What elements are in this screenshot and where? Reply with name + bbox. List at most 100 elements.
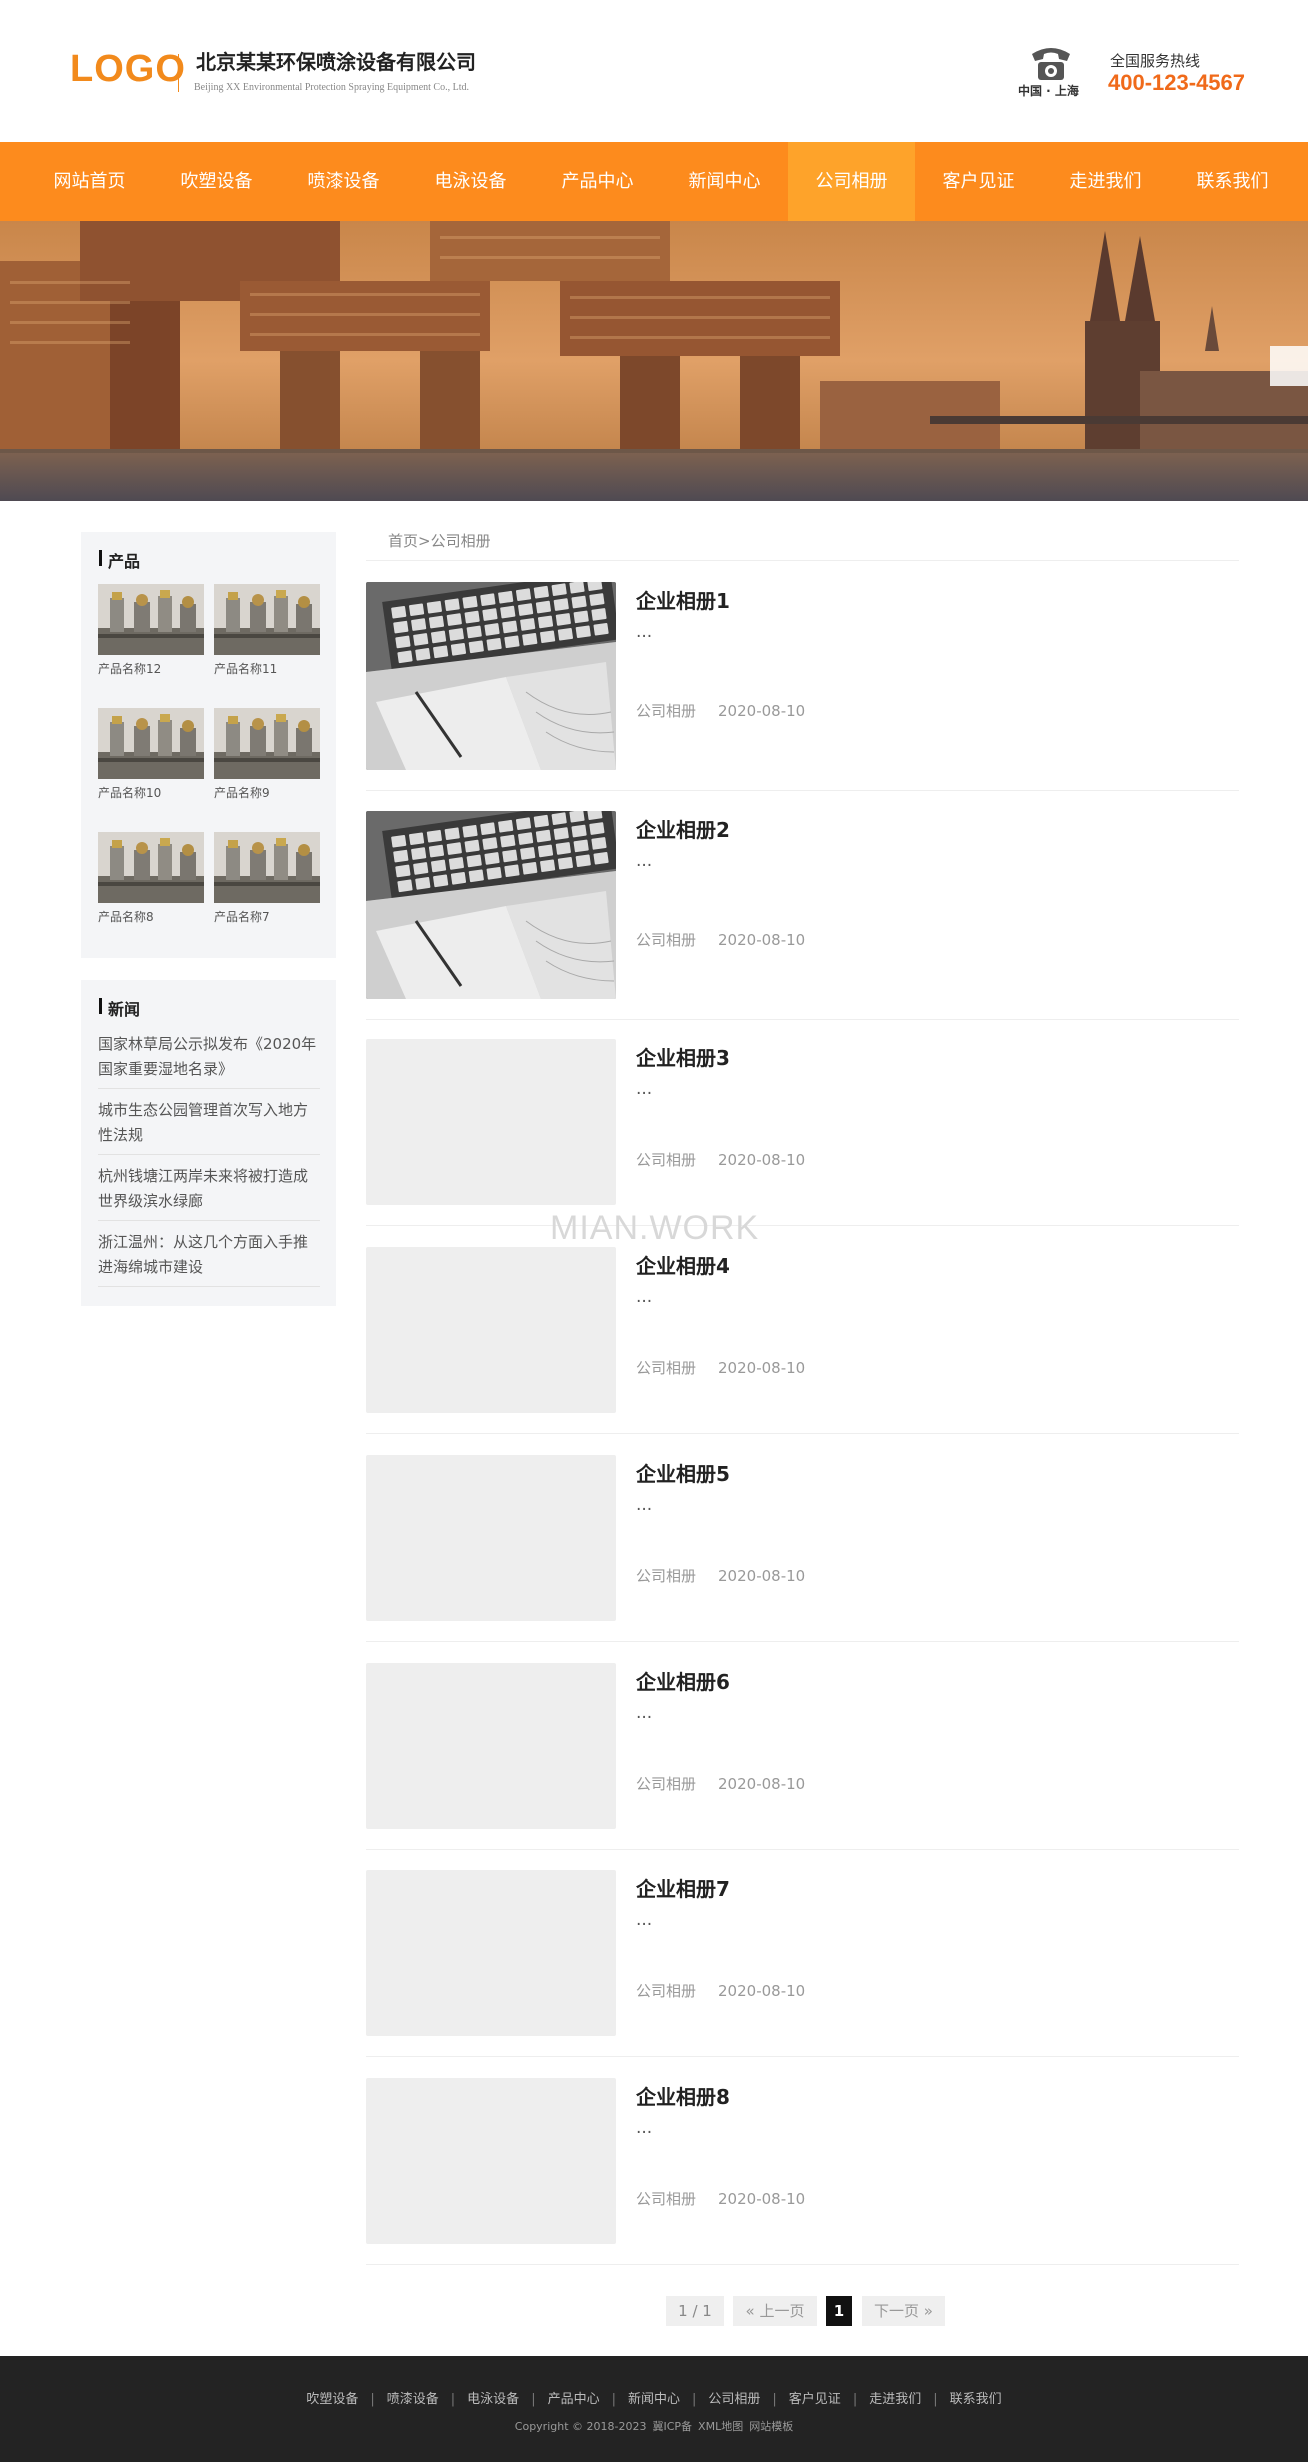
footer-link[interactable]: 电泳设备 [467,2392,519,2407]
album-description: ... [636,1910,653,1930]
product-machine-image [214,832,320,903]
copyright-text: Copyright © 2018-2023 [514,2420,647,2433]
product-item[interactable]: 产品名称7 [214,832,320,925]
album-title[interactable]: 企业相册7 [636,1873,730,1902]
template-link[interactable]: 网站模板 [749,2420,793,2433]
album-thumbnail[interactable] [366,582,616,770]
album-meta: 公司相册 2020-08-10 [636,2188,805,2209]
product-machine-image [214,708,320,779]
footer-link[interactable]: 喷漆设备 [387,2392,439,2407]
album-thumbnail[interactable] [366,1455,616,1621]
footer-link[interactable]: 走进我们 [869,2392,921,2407]
album-date: 2020-08-10 [718,2190,806,2208]
nav-item[interactable]: 喷漆设备 [280,142,407,221]
phone-region: 中国 · 上海 [1018,84,1079,98]
album-meta: 公司相册 2020-08-10 [636,1149,805,1170]
album-thumbnail[interactable] [366,811,616,999]
footer-link[interactable]: 客户见证 [789,2392,841,2407]
footer-link-separator: | [692,2392,697,2407]
album-date: 2020-08-10 [718,1775,806,1793]
product-item[interactable]: 产品名称8 [98,832,204,925]
sidebar-news: 新闻 国家林草局公示拟发布《2020年国家重要湿地名录》 城市生态公园管理首次写入… [81,980,336,1306]
nav-item[interactable]: 走进我们 [1042,142,1169,221]
breadcrumb-current[interactable]: 公司相册 [431,532,491,550]
nav-item[interactable]: 新闻中心 [661,142,788,221]
album-meta: 公司相册 2020-08-10 [636,700,805,721]
album-title[interactable]: 企业相册3 [636,1042,730,1071]
album-thumbnail[interactable] [366,2078,616,2244]
laptop-notebook-photo [366,582,616,770]
album-title[interactable]: 企业相册1 [636,585,730,614]
footer-link[interactable]: 产品中心 [548,2392,600,2407]
footer-link[interactable]: 公司相册 [708,2392,760,2407]
album-title[interactable]: 企业相册2 [636,814,730,843]
city-skyline-image [0,221,1308,501]
nav-item[interactable]: 联系我们 [1169,142,1296,221]
album-thumbnail[interactable] [366,1039,616,1205]
product-name[interactable]: 产品名称11 [214,660,320,677]
album-category: 公司相册 [636,1151,697,1169]
logo-divider [178,54,179,92]
banner-side-button[interactable] [1270,346,1308,386]
nav-item[interactable]: 产品中心 [534,142,661,221]
product-machine-image [214,584,320,655]
news-item[interactable]: 浙江温州：从这几个方面入手推进海绵城市建设 [98,1230,320,1287]
company-name-en: Beijing XX Environmental Protection Spra… [194,82,469,93]
product-name[interactable]: 产品名称9 [214,784,320,801]
footer-link-separator: | [611,2392,616,2407]
nav-item[interactable]: 公司相册 [788,142,915,221]
product-name[interactable]: 产品名称10 [98,784,204,801]
hero-banner [0,221,1308,501]
album-thumbnail[interactable] [366,1870,616,2036]
entry-divider [366,1019,1239,1020]
album-meta: 公司相册 2020-08-10 [636,1357,805,1378]
products-title: 产品 [99,548,140,572]
pagination-info: 1 / 1 [666,2296,724,2326]
entry-divider [366,1225,1239,1226]
news-item[interactable]: 杭州钱塘江两岸未来将被打造成世界级滨水绿廊 [98,1164,320,1221]
news-title: 新闻 [99,996,140,1020]
album-thumbnail[interactable] [366,1247,616,1413]
sitemap-link[interactable]: XML地图 [698,2420,743,2433]
album-title[interactable]: 企业相册8 [636,2081,730,2110]
main-nav: 网站首页 吹塑设备 喷漆设备 电泳设备 产品中心 新闻中心 公司相册 客户见证 走进我们 联系我们 [0,142,1308,221]
entry-divider [366,1641,1239,1642]
hotline-number: 400-123-4567 [1108,70,1246,95]
laptop-notebook-photo [366,811,616,999]
album-title[interactable]: 企业相册5 [636,1458,730,1487]
album-category: 公司相册 [636,1359,697,1377]
album-date: 2020-08-10 [718,931,806,949]
product-item[interactable]: 产品名称10 [98,708,204,801]
album-description: ... [636,1287,653,1307]
site-logo[interactable]: LOGO [70,48,186,91]
nav-item[interactable]: 吹塑设备 [153,142,280,221]
news-item[interactable]: 国家林草局公示拟发布《2020年国家重要湿地名录》 [98,1032,320,1089]
pagination-prev[interactable]: « 上一页 [733,2296,817,2326]
album-category: 公司相册 [636,931,697,949]
icp-link[interactable]: 冀ICP备 [652,2420,692,2433]
footer-link[interactable]: 吹塑设备 [306,2392,358,2407]
breadcrumb-home[interactable]: 首页 [388,532,418,550]
news-item[interactable]: 城市生态公园管理首次写入地方性法规 [98,1098,320,1155]
product-name[interactable]: 产品名称7 [214,908,320,925]
product-machine-image [98,584,204,655]
album-description: ... [636,1495,653,1515]
nav-item[interactable]: 网站首页 [26,142,153,221]
product-name[interactable]: 产品名称12 [98,660,204,677]
pagination-current-page[interactable]: 1 [826,2296,852,2326]
album-title[interactable]: 企业相册6 [636,1666,730,1695]
album-title[interactable]: 企业相册4 [636,1250,730,1279]
nav-item[interactable]: 电泳设备 [407,142,534,221]
product-item[interactable]: 产品名称11 [214,584,320,677]
product-item[interactable]: 产品名称12 [98,584,204,677]
album-date: 2020-08-10 [718,702,806,720]
product-name[interactable]: 产品名称8 [98,908,204,925]
footer-link[interactable]: 联系我们 [950,2392,1002,2407]
pagination-next[interactable]: 下一页 » [862,2296,945,2326]
nav-item[interactable]: 客户见证 [915,142,1042,221]
album-date: 2020-08-10 [718,1359,806,1377]
product-item[interactable]: 产品名称9 [214,708,320,801]
album-thumbnail[interactable] [366,1663,616,1829]
album-category: 公司相册 [636,1982,697,2000]
footer-link[interactable]: 新闻中心 [628,2392,680,2407]
